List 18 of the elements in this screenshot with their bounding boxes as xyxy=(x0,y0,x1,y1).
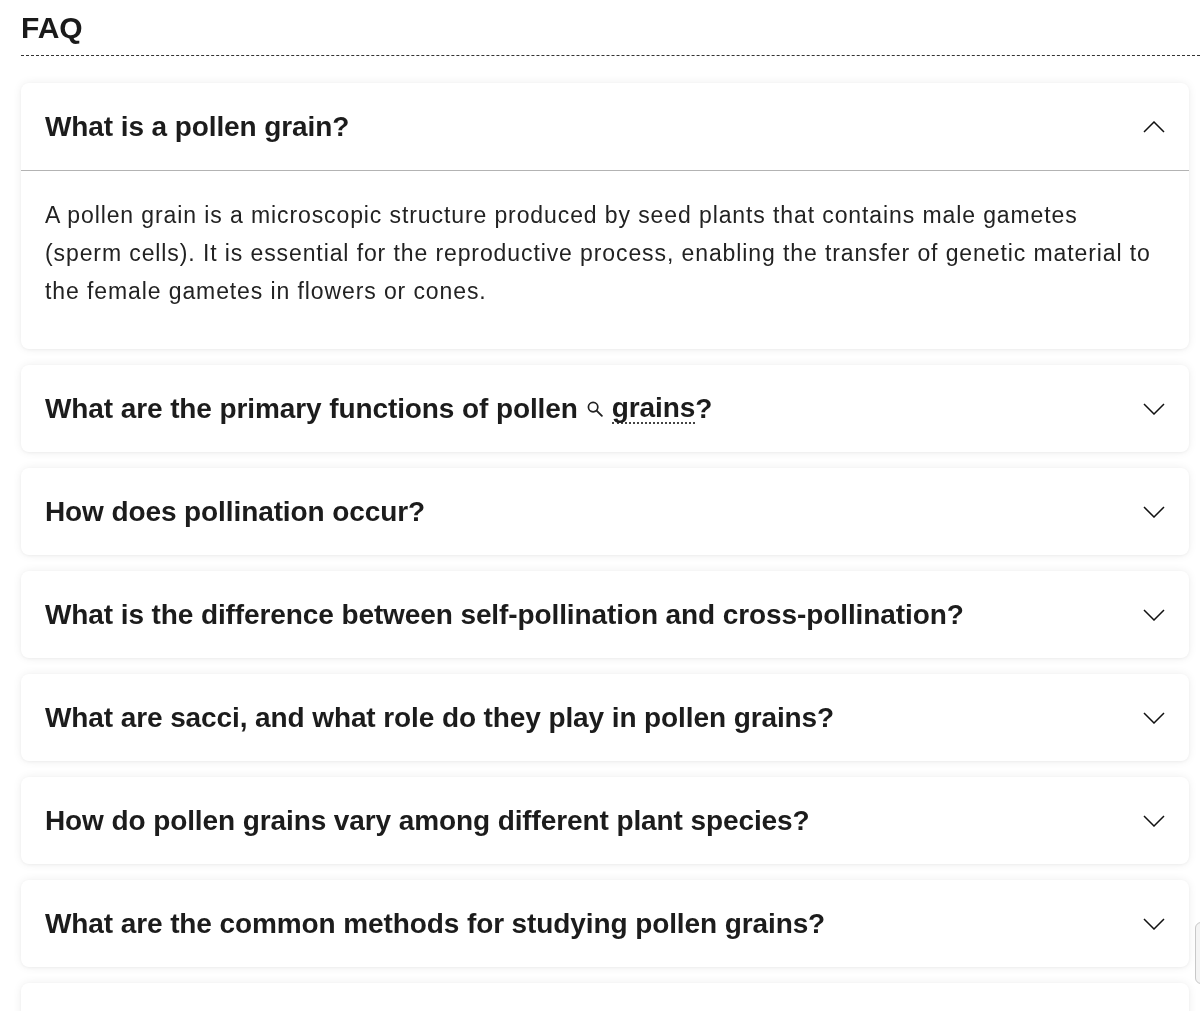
faq-question[interactable]: What is a pollen grain? xyxy=(21,83,1189,171)
chevron-down-icon[interactable] xyxy=(1143,814,1165,827)
chevron-down-icon[interactable] xyxy=(1143,402,1165,415)
faq-question[interactable]: How do pollen grains vary among different plant species? xyxy=(21,777,1189,864)
faq-answer: A pollen grain is a microscopic structure produced by seed plants that contains male gametes (sperm cells). It is essential for the reproductive process, enabling the transfer of genetic material to the female gametes in flowers or cones. xyxy=(44,201,1152,306)
search-icon xyxy=(586,400,603,417)
chevron-down-icon[interactable] xyxy=(1143,711,1165,724)
faq-question[interactable]: What are sacci, and what role do they play in pollen grains? xyxy=(21,674,1189,761)
faq-question[interactable]: What are the primary functions of pollen grains? xyxy=(21,365,1189,452)
chevron-down-icon[interactable] xyxy=(1143,505,1165,518)
glossary-link[interactable]: grains xyxy=(611,393,696,424)
chevron-down-icon[interactable] xyxy=(1143,917,1165,930)
chevron-down-icon[interactable] xyxy=(1143,608,1165,621)
faq-question[interactable]: What is the difference between self-pollination and cross-pollination? xyxy=(21,571,1189,658)
section-heading: FAQ xyxy=(21,10,83,45)
chevron-up-icon[interactable] xyxy=(1143,120,1165,133)
faq-question[interactable]: How does pollination occur? xyxy=(21,468,1189,555)
faq-question[interactable]: What are the common methods for studying pollen grains? xyxy=(21,880,1189,967)
